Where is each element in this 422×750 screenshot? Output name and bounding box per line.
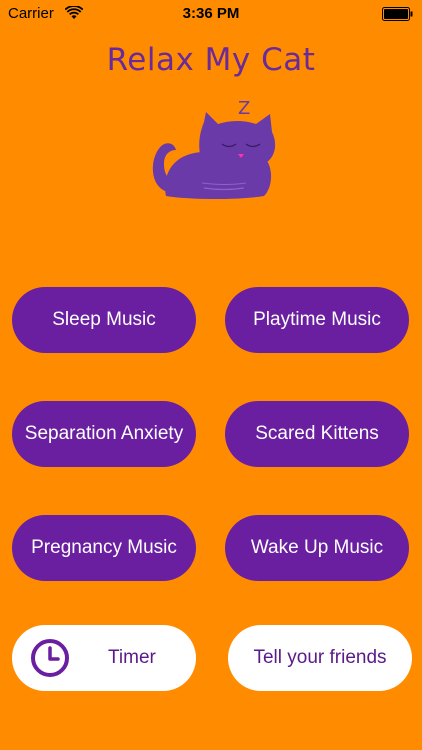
sleep-z-text: Z [238, 98, 250, 119]
pregnancy-music-button[interactable]: Pregnancy Music [12, 515, 196, 581]
app-title: Relax My Cat [106, 42, 316, 78]
timer-label: Timer [108, 647, 156, 668]
wake-up-music-label: Wake Up Music [250, 537, 384, 558]
tell-friends-button[interactable]: Tell your friends [228, 625, 412, 691]
sleep-music-button[interactable]: Sleep Music [12, 287, 196, 353]
battery-icon [382, 7, 413, 21]
scared-kittens-button[interactable]: Scared Kittens [225, 401, 409, 467]
clock-icon [31, 639, 69, 677]
scared-kittens-label: Scared Kittens [255, 423, 379, 444]
status-time: 3:36 PM [182, 5, 240, 22]
sleeping-cat-icon: Z [152, 98, 276, 199]
separation-anxiety-label: Separation Anxiety [24, 423, 184, 444]
status-bar: Carrier 3:36 PM [0, 0, 422, 28]
pregnancy-music-label: Pregnancy Music [31, 537, 177, 558]
tell-friends-label: Tell your friends [253, 647, 387, 668]
playtime-music-label: Playtime Music [253, 309, 381, 330]
separation-anxiety-button[interactable]: Separation Anxiety [12, 401, 196, 467]
timer-button[interactable]: Timer [12, 625, 196, 691]
wake-up-music-button[interactable]: Wake Up Music [225, 515, 409, 581]
sleep-music-label: Sleep Music [52, 309, 156, 330]
playtime-music-button[interactable]: Playtime Music [225, 287, 409, 353]
